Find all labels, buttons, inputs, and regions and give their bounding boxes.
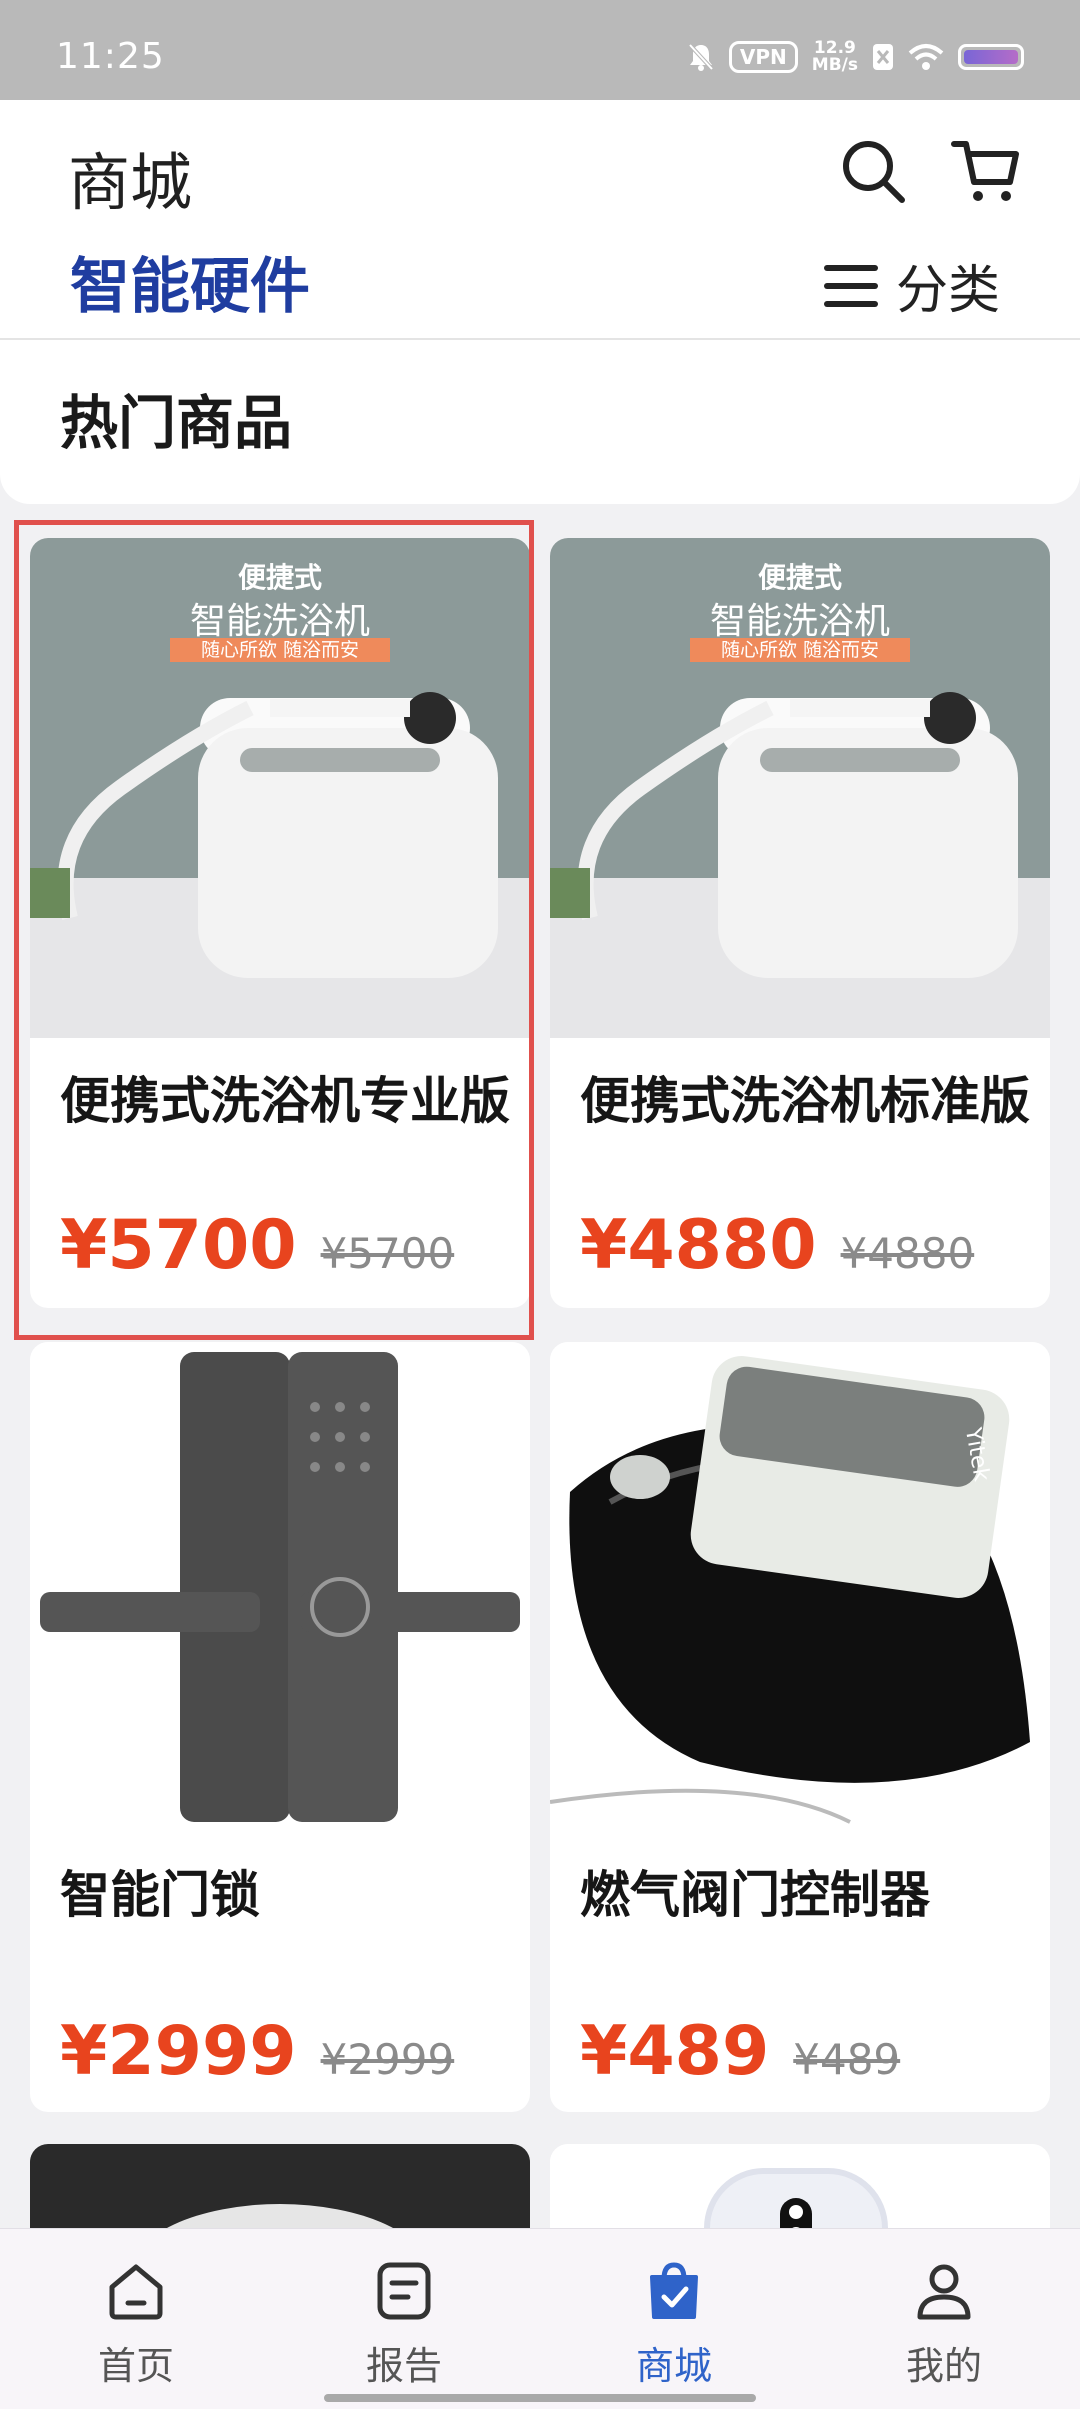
mute-bell-icon [688, 43, 714, 71]
wifi-icon [908, 44, 944, 70]
profile-icon [917, 2264, 971, 2320]
cart-icon [951, 141, 1019, 201]
nav-report-label: 报告 [365, 2344, 442, 2388]
product-original-price: ¥489 [793, 2035, 901, 2084]
price-row: ¥2999 ¥2999 [60, 2012, 454, 2091]
price-row: ¥489 ¥489 [580, 2012, 900, 2091]
nav-home-label: 首页 [97, 2344, 174, 2388]
banner-tag: 随心所欲 随浴而安 [200, 639, 360, 661]
banner-line2: 智能洗浴机 [189, 601, 370, 642]
door-lock-image [30, 1342, 530, 1842]
product-original-price: ¥4880 [840, 1229, 975, 1278]
search-button[interactable] [838, 136, 908, 206]
product-name: 智能门锁 [60, 1866, 260, 1924]
product-price: ¥489 [580, 2012, 770, 2091]
nav-home[interactable]: 首页 [36, 2259, 236, 2390]
search-icon [843, 141, 905, 203]
shop-bag-icon [650, 2262, 698, 2319]
price-row: ¥5700 ¥5700 [60, 1206, 454, 1285]
status-bar: 11:25 VPN 12.9 MB/s [0, 0, 1080, 100]
product-original-price: ¥2999 [320, 2035, 455, 2084]
product-price: ¥2999 [60, 2012, 297, 2091]
product-name: 便携式洗浴机专业版 [60, 1072, 510, 1130]
nav-shop-label: 商城 [635, 2344, 712, 2388]
product-name: 便携式洗浴机标准版 [580, 1072, 1030, 1130]
vpn-badge: VPN [728, 41, 798, 73]
nav-shop[interactable]: 商城 [574, 2259, 774, 2390]
app-header: 商城 智能硬件 分类 [0, 100, 1080, 340]
network-speed: 12.9 MB/s [811, 38, 858, 75]
banner-line2: 智能洗浴机 [709, 601, 890, 642]
status-time: 11:25 [56, 36, 165, 77]
nav-profile-label: 我的 [905, 2344, 982, 2388]
product-original-price: ¥5700 [320, 1229, 455, 1278]
nav-profile[interactable]: 我的 [844, 2259, 1044, 2390]
banner-line1: 便捷式 [237, 561, 322, 594]
status-icons: VPN 12.9 MB/s [687, 40, 1024, 74]
banner-tag: 随心所欲 随浴而安 [720, 639, 880, 661]
classify-label: 分类 [895, 261, 1000, 321]
product-card[interactable]: 便捷式 智能洗浴机 随心所欲 随浴而安 便携式洗浴机标准版 ¥4880 ¥488… [550, 538, 1050, 1308]
product-price: ¥4880 [580, 1206, 817, 1285]
gas-valve-controller-image [550, 1342, 1050, 1842]
product-price: ¥5700 [60, 1206, 297, 1285]
product-card[interactable]: 便捷式 智能洗浴机 随心所欲 随浴而安 便携式洗浴机专业版 ¥5700 ¥570… [30, 538, 530, 1308]
banner-line1: 便捷式 [757, 561, 842, 594]
home-indicator[interactable] [324, 2394, 756, 2402]
cart-button[interactable] [950, 136, 1022, 206]
nav-report[interactable]: 报告 [304, 2259, 504, 2390]
classify-button[interactable]: 分类 [823, 248, 1000, 323]
product-name: 燃气阀门控制器 [580, 1866, 930, 1924]
battery-icon [958, 44, 1024, 70]
category-title: 智能硬件 [70, 252, 310, 322]
section-title: 热门商品 [60, 389, 293, 457]
sim-icon [873, 44, 893, 70]
menu-icon [823, 264, 878, 307]
price-row: ¥4880 ¥4880 [580, 1206, 974, 1285]
page-title: 商城 [68, 146, 193, 219]
report-icon [377, 2262, 431, 2320]
product-card[interactable]: Yitek 燃气阀门控制器 ¥489 ¥489 [550, 1342, 1050, 2112]
hot-products-header: 热门商品 [0, 340, 1080, 504]
home-icon [109, 2264, 163, 2320]
product-card[interactable]: 智能门锁 ¥2999 ¥2999 [30, 1342, 530, 2112]
bottom-navigation: 首页 报告 商城 我的 [0, 2228, 1080, 2409]
